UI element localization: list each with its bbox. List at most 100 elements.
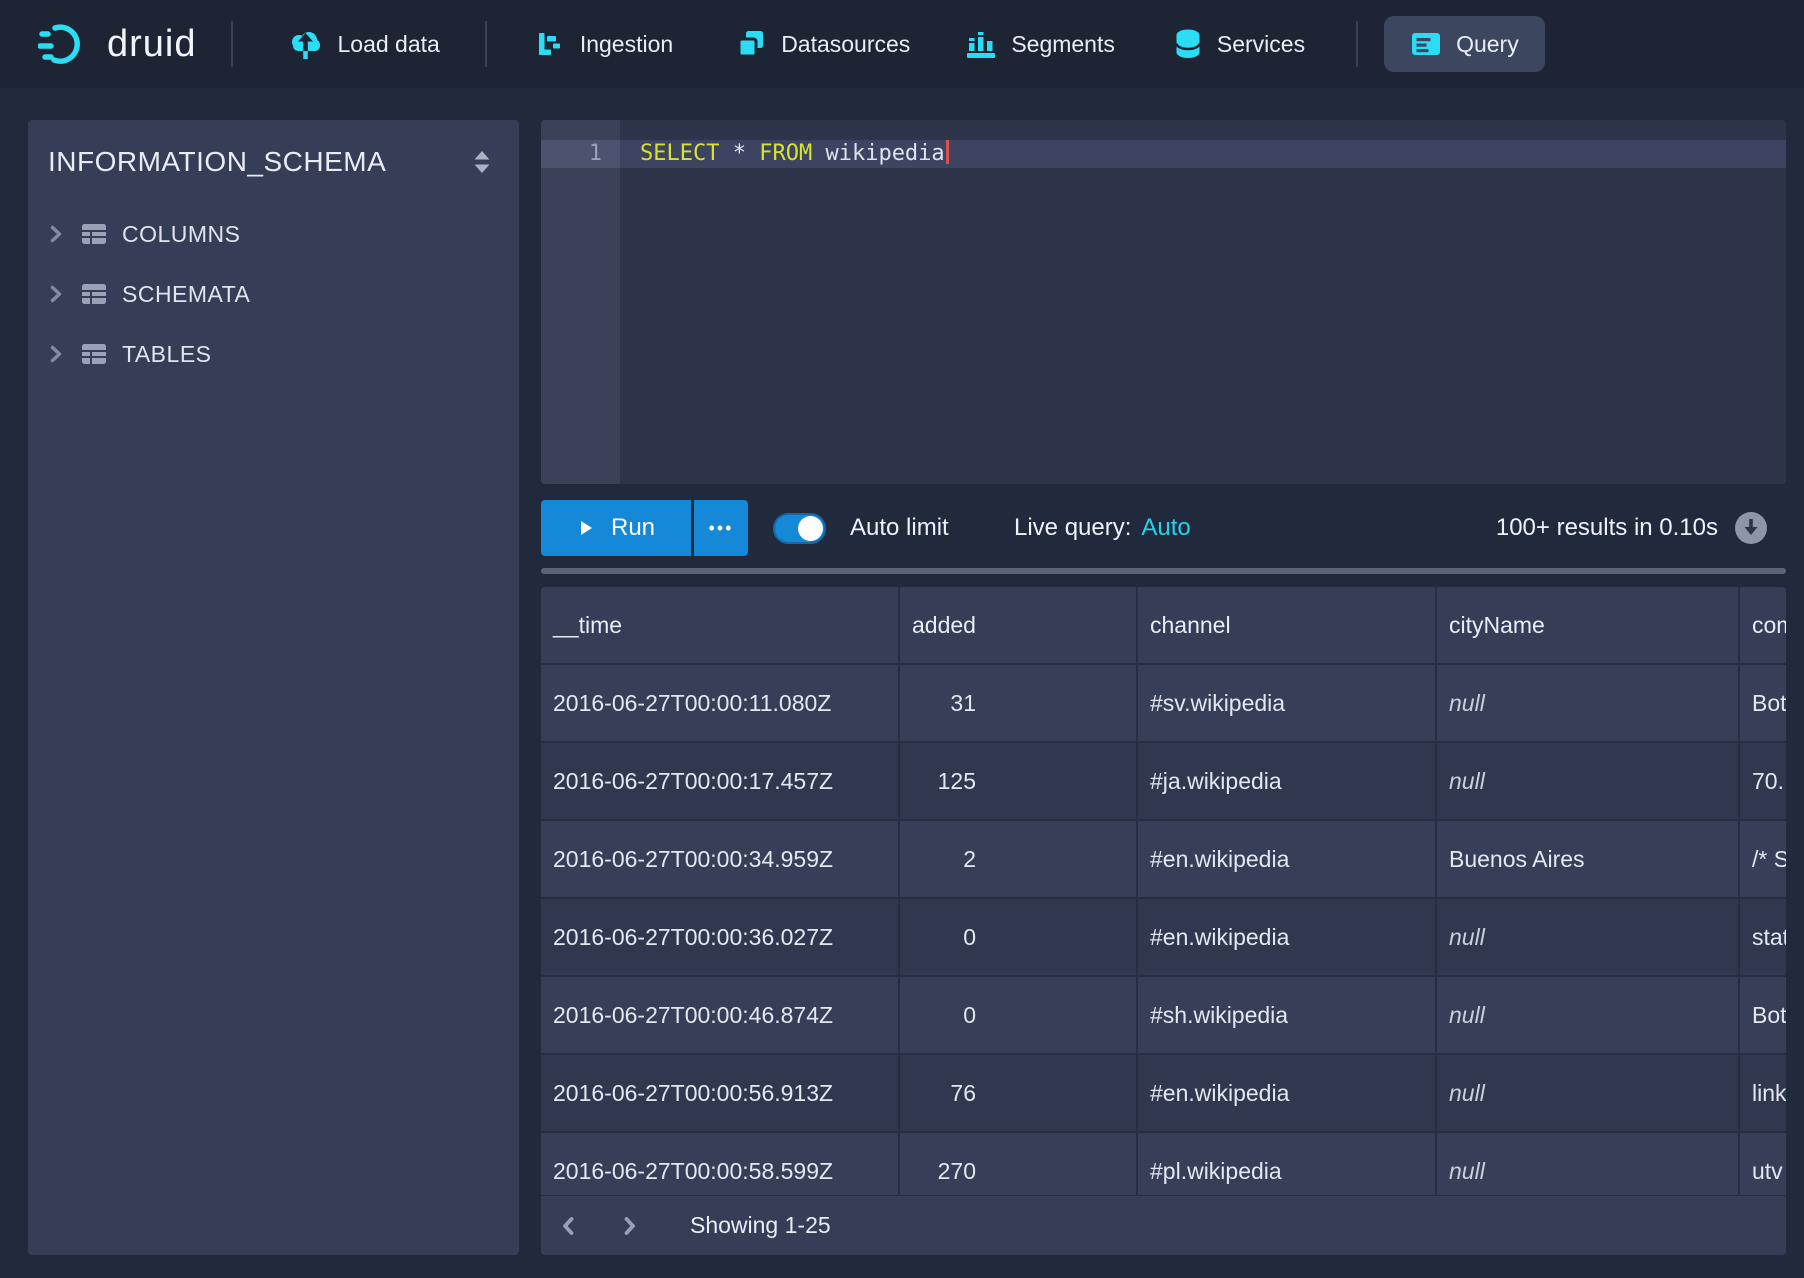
sidebar-item-tables[interactable]: TABLES (28, 324, 519, 384)
sidebar-item-schemata[interactable]: SCHEMATA (28, 264, 519, 324)
cell-cityname[interactable]: null (1437, 743, 1740, 819)
sidebar-item-columns[interactable]: COLUMNS (28, 204, 519, 264)
nav-item-label: Services (1217, 31, 1305, 58)
toggle-knob (798, 516, 823, 541)
cell-cityname[interactable]: Buenos Aires (1437, 821, 1740, 897)
results-panel: __time added channel cityName comment 20… (541, 587, 1786, 1255)
load-data-icon (286, 28, 324, 60)
nav-item-label: Segments (1011, 31, 1115, 58)
chevron-left-icon (558, 1215, 580, 1237)
nav-item-services[interactable]: Services (1173, 28, 1305, 60)
results-body: 2016-06-27T00:00:11.080Z 31 #sv.wikipedi… (541, 665, 1786, 1211)
sort-double-caret-icon[interactable] (473, 150, 491, 174)
cell-time[interactable]: 2016-06-27T00:00:46.874Z (541, 977, 900, 1053)
table-icon (81, 223, 107, 245)
schema-selector: INFORMATION_SCHEMA (28, 120, 519, 204)
sql-plain: wikipedia (812, 141, 944, 166)
run-split-button: Run ••• (541, 500, 748, 556)
cell-cityname[interactable]: null (1437, 665, 1740, 741)
query-icon (1410, 30, 1442, 58)
run-more-button[interactable]: ••• (694, 500, 748, 556)
cell-comment[interactable]: Bot (1740, 665, 1786, 741)
nav-item-load-data[interactable]: Load data (286, 28, 440, 60)
nav-item-ingestion[interactable]: Ingestion (536, 29, 673, 59)
cell-channel[interactable]: #en.wikipedia (1138, 821, 1437, 897)
cell-channel[interactable]: #sh.wikipedia (1138, 977, 1437, 1053)
services-icon (1173, 28, 1203, 60)
table-icon (81, 283, 107, 305)
table-row: 2016-06-27T00:00:34.959Z 2 #en.wikipedia… (541, 821, 1786, 899)
nav-divider (485, 21, 487, 67)
live-query-value[interactable]: Auto (1141, 514, 1190, 542)
sidebar-item-label: COLUMNS (122, 221, 241, 248)
nav-item-query[interactable]: Query (1384, 16, 1545, 72)
chevron-right-icon (618, 1215, 640, 1237)
run-button[interactable]: Run (541, 500, 691, 556)
editor-gutter (541, 120, 620, 484)
results-horizontal-scrollbar[interactable] (541, 568, 1786, 574)
cell-comment[interactable]: Bot (1740, 977, 1786, 1053)
cell-channel[interactable]: #en.wikipedia (1138, 899, 1437, 975)
pagination-status: Showing 1-25 (690, 1212, 831, 1239)
cell-time[interactable]: 2016-06-27T00:00:56.913Z (541, 1055, 900, 1131)
chevron-right-icon (46, 224, 66, 244)
results-meta: 100+ results in 0.10s (1496, 500, 1768, 556)
druid-logo-icon (38, 22, 94, 66)
pagination-bar: Showing 1-25 (541, 1195, 1786, 1255)
next-page-button[interactable] (611, 1205, 647, 1247)
play-icon (577, 518, 595, 538)
cell-added[interactable]: 31 (900, 665, 1138, 741)
table-icon (81, 343, 107, 365)
nav-item-label: Load data (338, 31, 440, 58)
download-icon[interactable] (1734, 511, 1768, 545)
table-row: 2016-06-27T00:00:36.027Z 0 #en.wikipedia… (541, 899, 1786, 977)
cell-channel[interactable]: #sv.wikipedia (1138, 665, 1437, 741)
sql-keyword: FROM (759, 141, 812, 166)
column-header-comment[interactable]: comment (1740, 587, 1786, 663)
cell-channel[interactable]: #ja.wikipedia (1138, 743, 1437, 819)
cell-cityname[interactable]: null (1437, 977, 1740, 1053)
cell-comment[interactable]: stat (1740, 899, 1786, 975)
nav-item-segments[interactable]: Segments (965, 29, 1115, 59)
chevron-right-icon (46, 284, 66, 304)
cell-cityname[interactable]: null (1437, 899, 1740, 975)
cell-added[interactable]: 0 (900, 977, 1138, 1053)
column-header-channel[interactable]: channel (1138, 587, 1437, 663)
nav-item-label: Query (1456, 31, 1519, 58)
schema-sidebar: INFORMATION_SCHEMA COLUMNS (28, 120, 519, 1255)
cell-time[interactable]: 2016-06-27T00:00:11.080Z (541, 665, 900, 741)
cell-time[interactable]: 2016-06-27T00:00:36.027Z (541, 899, 900, 975)
cell-added[interactable]: 125 (900, 743, 1138, 819)
nav-divider (1356, 21, 1358, 67)
more-icon: ••• (709, 518, 734, 539)
cell-comment[interactable]: /* S (1740, 821, 1786, 897)
cell-added[interactable]: 76 (900, 1055, 1138, 1131)
column-header-time[interactable]: __time (541, 587, 900, 663)
auto-limit-label: Auto limit (850, 500, 949, 556)
column-header-added[interactable]: added (900, 587, 1138, 663)
table-row: 2016-06-27T00:00:46.874Z 0 #sh.wikipedia… (541, 977, 1786, 1055)
auto-limit-toggle[interactable] (773, 513, 826, 544)
column-header-cityname[interactable]: cityName (1437, 587, 1740, 663)
results-summary: 100+ results in 0.10s (1496, 514, 1718, 542)
cell-comment[interactable]: 70. (1740, 743, 1786, 819)
cell-channel[interactable]: #en.wikipedia (1138, 1055, 1437, 1131)
cell-comment[interactable]: link (1740, 1055, 1786, 1131)
table-row: 2016-06-27T00:00:17.457Z 125 #ja.wikiped… (541, 743, 1786, 821)
cell-cityname[interactable]: null (1437, 1055, 1740, 1131)
nav-item-datasources[interactable]: Datasources (735, 29, 910, 59)
sidebar-item-label: TABLES (122, 341, 212, 368)
cell-added[interactable]: 2 (900, 821, 1138, 897)
query-editor[interactable]: 1 SELECT * FROM wikipedia (541, 120, 1786, 484)
top-nav: druid Load data (0, 0, 1804, 88)
cell-added[interactable]: 0 (900, 899, 1138, 975)
cell-time[interactable]: 2016-06-27T00:00:17.457Z (541, 743, 900, 819)
prev-page-button[interactable] (551, 1205, 587, 1247)
brand-name: druid (107, 23, 197, 66)
cell-time[interactable]: 2016-06-27T00:00:34.959Z (541, 821, 900, 897)
sql-text: SELECT * FROM wikipedia (640, 140, 949, 168)
brand[interactable]: druid (38, 22, 197, 66)
text-cursor (946, 140, 949, 164)
run-button-label: Run (611, 514, 655, 542)
chevron-right-icon (46, 344, 66, 364)
